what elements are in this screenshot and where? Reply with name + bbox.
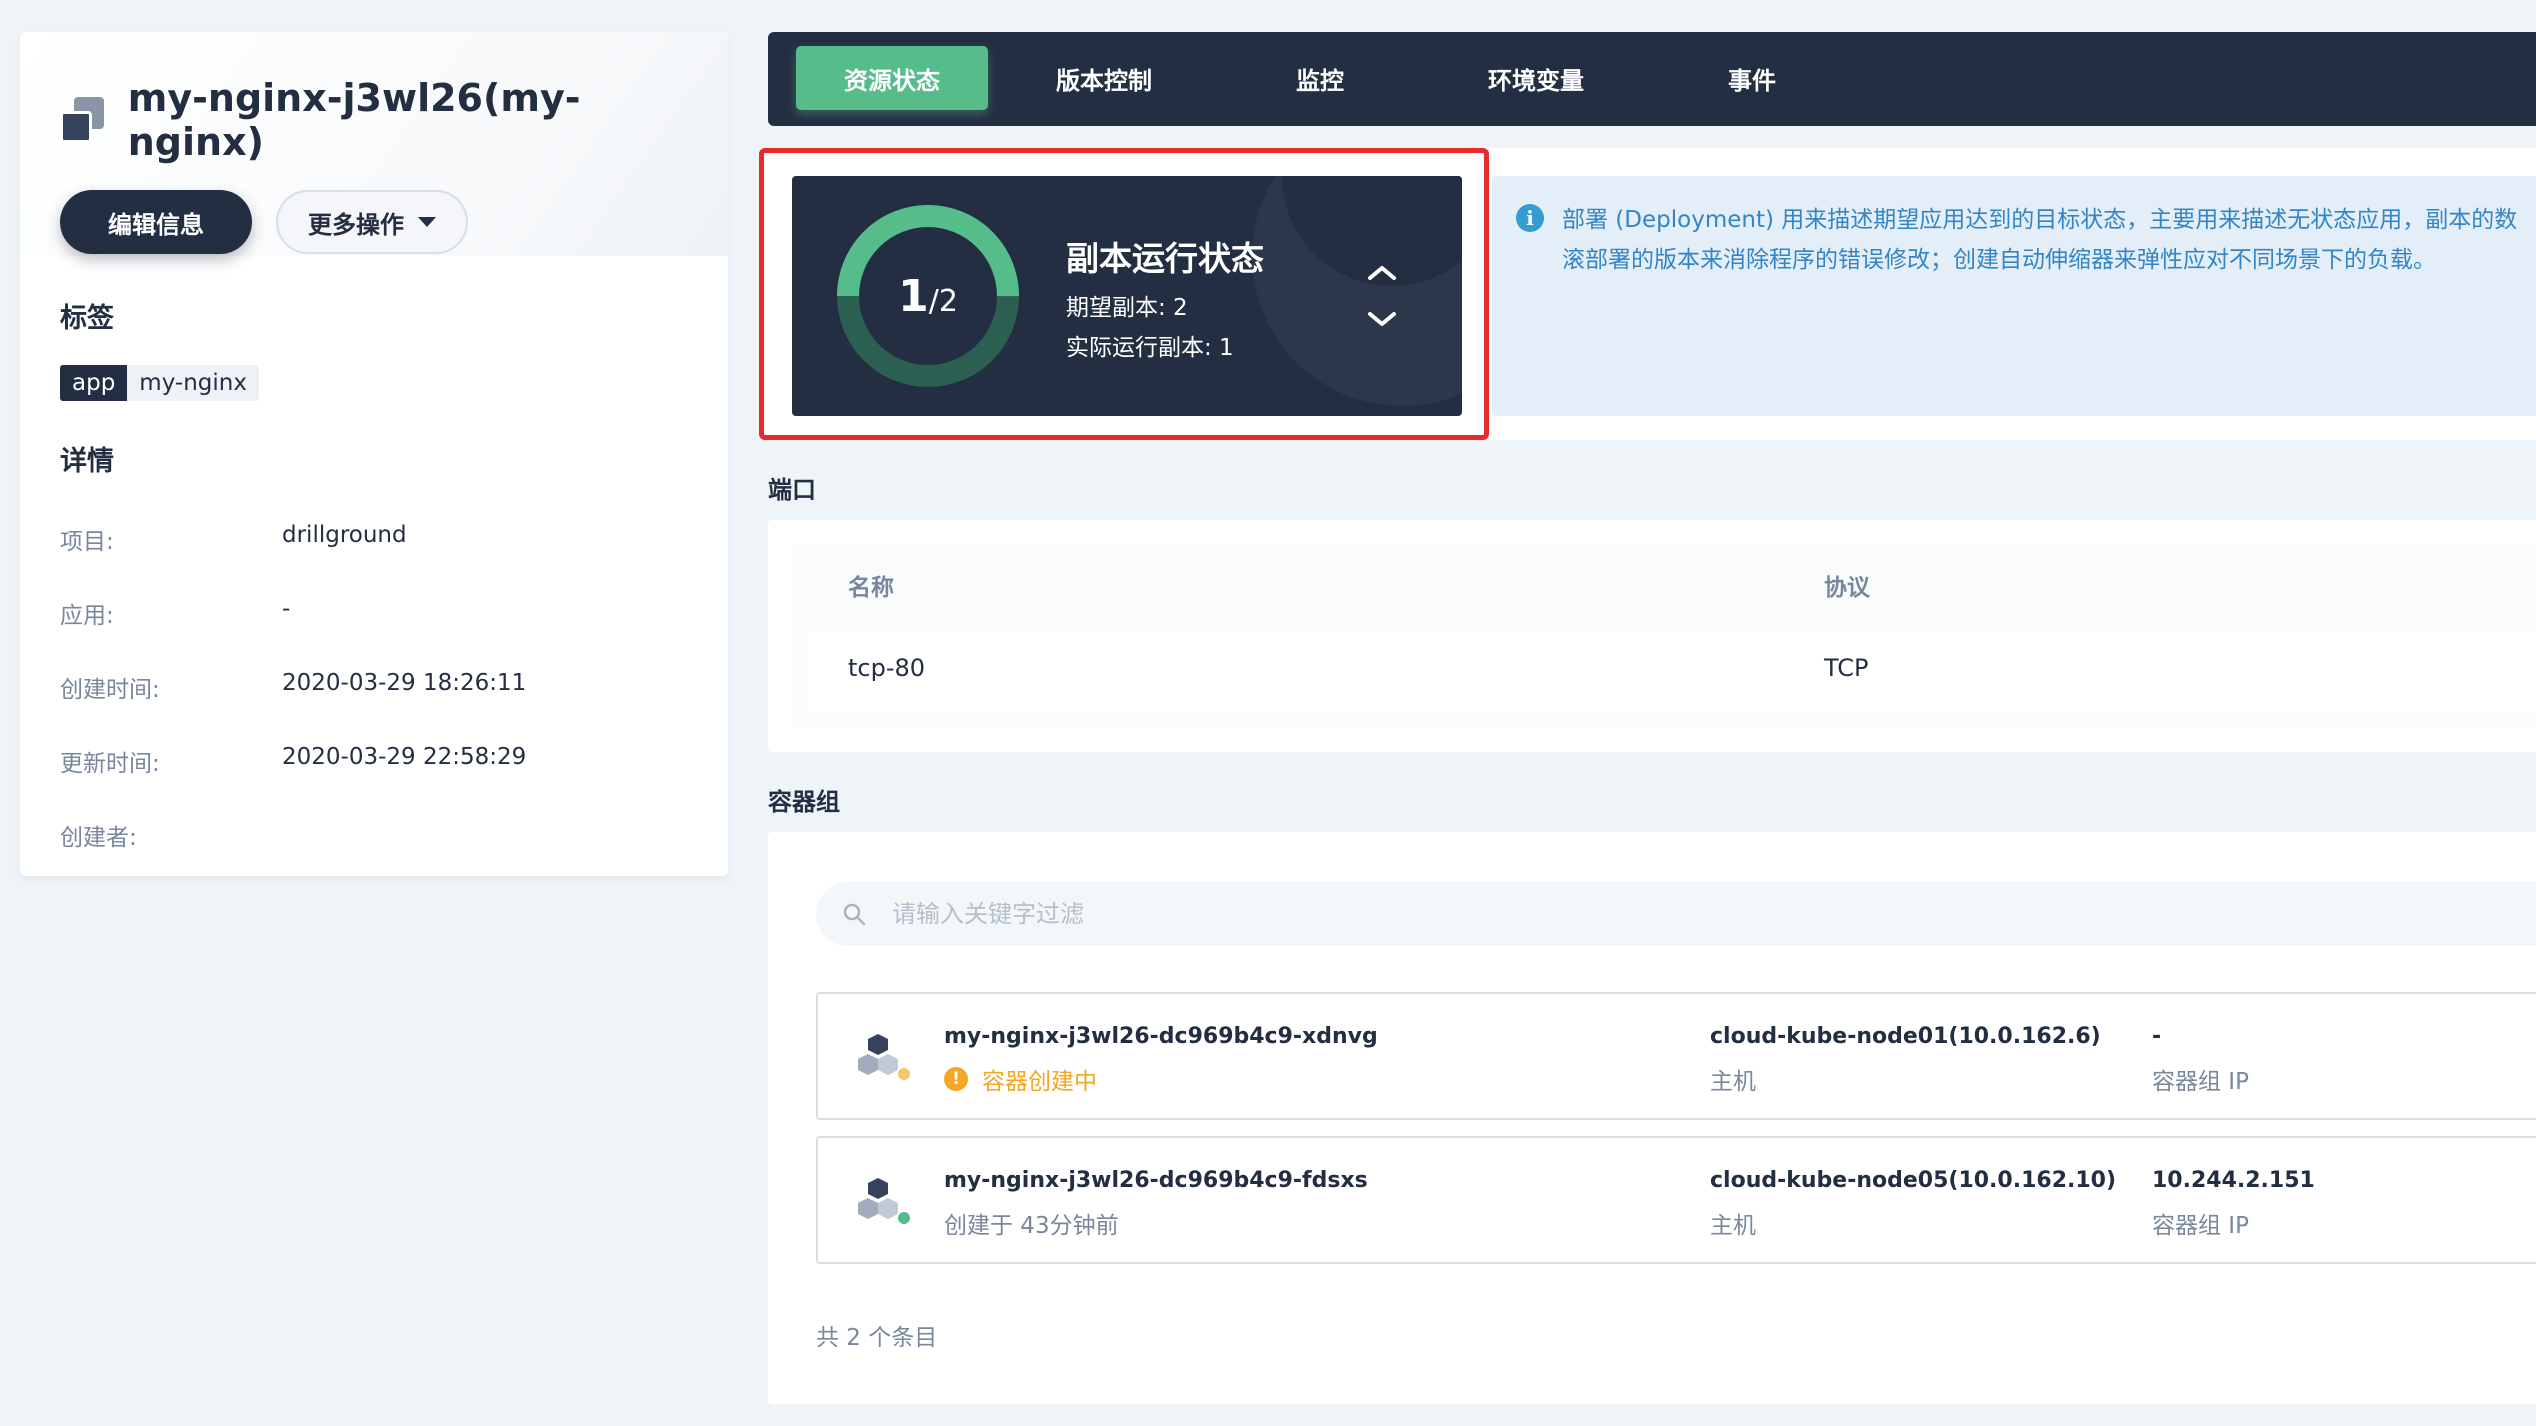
search-icon	[843, 903, 866, 926]
more-actions-label: 更多操作	[308, 210, 404, 239]
details-title: 详情	[60, 446, 114, 477]
detail-row-updated: 更新时间: 2020-03-29 22:58:29	[60, 744, 688, 778]
pod-list-item[interactable]: my-nginx-j3wl26-dc969b4c9-fdsxs 创建于 43分钟…	[816, 1136, 2536, 1264]
chevron-up-icon[interactable]	[1368, 266, 1396, 280]
pod-icon	[858, 1178, 912, 1226]
pod-node-label: 主机	[1710, 1069, 1756, 1095]
desired-count: 2	[938, 283, 958, 319]
detail-key: 更新时间:	[60, 751, 160, 777]
detail-key: 项目:	[60, 529, 114, 555]
pod-node[interactable]: cloud-kube-node01(10.0.162.6)	[1710, 1024, 2101, 1049]
detail-key: 创建者:	[60, 825, 137, 851]
pod-name[interactable]: my-nginx-j3wl26-dc969b4c9-fdsxs	[944, 1168, 1368, 1193]
pods-title: 容器组	[768, 788, 840, 816]
warning-icon: !	[944, 1067, 968, 1091]
table-row: tcp-80 TCP	[808, 632, 2536, 712]
info-text: 部署 (Deployment) 用来描述期望应用达到的目标状态，主要用来描述无状…	[1562, 200, 2536, 280]
more-actions-button[interactable]: 更多操作	[276, 190, 468, 254]
detail-value: 2020-03-29 22:58:29	[282, 744, 527, 770]
running-count: 1	[898, 270, 929, 322]
label-key: app	[60, 365, 128, 401]
detail-value: drillground	[282, 522, 407, 548]
ports-title: 端口	[768, 476, 816, 504]
pod-status: ! 容器创建中	[944, 1062, 1097, 1096]
deployment-icon	[60, 97, 104, 143]
detail-value: 2020-03-29 18:26:11	[282, 670, 527, 696]
pod-status-text: 创建于 43分钟前	[944, 1213, 1119, 1239]
pod-status-dot	[896, 1066, 912, 1082]
search-input[interactable]	[892, 882, 2392, 946]
replica-status-card: 1 / 2 副本运行状态 期望副本: 2 实际运行副本: 1	[792, 176, 1462, 416]
ports-card: 名称 协议 tcp-80 TCP	[768, 520, 2536, 752]
port-name: tcp-80	[848, 654, 926, 682]
tab-monitoring[interactable]: 监控	[1224, 46, 1416, 110]
search-bar	[816, 882, 2536, 946]
ports-table: 名称 协议 tcp-80 TCP	[792, 544, 2536, 728]
pod-ip-label: 容器组 IP	[2152, 1069, 2249, 1095]
detail-row-project: 项目: drillground	[60, 522, 688, 556]
pod-status-text: 容器创建中	[982, 1069, 1097, 1095]
detail-row-creator: 创建者:	[60, 818, 688, 852]
detail-row-created: 创建时间: 2020-03-29 18:26:11	[60, 670, 688, 704]
desired-replicas: 期望副本: 2	[1066, 295, 1188, 321]
pod-ip: 10.244.2.151	[2152, 1168, 2315, 1193]
pod-status: 创建于 43分钟前	[944, 1206, 1119, 1240]
tab-bar: 资源状态 版本控制 监控 环境变量 事件	[768, 32, 2536, 126]
chevron-down-icon[interactable]	[1368, 312, 1396, 326]
replica-stepper	[1368, 266, 1396, 326]
pods-card: my-nginx-j3wl26-dc969b4c9-xdnvg ! 容器创建中 …	[768, 832, 2536, 1404]
tab-resource-status[interactable]: 资源状态	[796, 46, 988, 110]
tab-events[interactable]: 事件	[1656, 46, 1848, 110]
info-icon: i	[1516, 204, 1544, 232]
actual-replicas: 实际运行副本: 1	[1066, 335, 1234, 361]
detail-key: 创建时间:	[60, 677, 160, 703]
pods-total: 共 2 个条目	[816, 1325, 938, 1351]
caret-down-icon	[418, 217, 436, 227]
pod-ip: -	[2152, 1024, 2162, 1049]
port-protocol: TCP	[1824, 654, 1869, 682]
detail-panel: my-nginx-j3wl26(my-nginx) 编辑信息 更多操作 标签 a…	[20, 32, 728, 876]
detail-header: my-nginx-j3wl26(my-nginx) 编辑信息 更多操作	[20, 32, 728, 256]
column-header-protocol: 协议	[1824, 575, 1870, 601]
pod-node-label: 主机	[1710, 1213, 1756, 1239]
edit-info-button[interactable]: 编辑信息	[60, 190, 252, 254]
pod-ip-label: 容器组 IP	[2152, 1213, 2249, 1239]
info-line-2: 滚部署的版本来消除程序的错误修改；创建自动伸缩器来弹性应对不同场景下的负载。	[1562, 247, 2436, 273]
pod-list-item[interactable]: my-nginx-j3wl26-dc969b4c9-xdnvg ! 容器创建中 …	[816, 992, 2536, 1120]
detail-row-app: 应用: -	[60, 596, 688, 630]
replica-status-title: 副本运行状态	[1066, 239, 1264, 278]
pod-icon	[858, 1034, 912, 1082]
detail-value: -	[282, 596, 291, 622]
label-value: my-nginx	[127, 365, 259, 401]
info-line-1: 部署 (Deployment) 用来描述期望应用达到的目标状态，主要用来描述无状…	[1562, 207, 2518, 233]
pod-name[interactable]: my-nginx-j3wl26-dc969b4c9-xdnvg	[944, 1024, 1378, 1049]
pod-status-dot	[896, 1210, 912, 1226]
info-banner: i 部署 (Deployment) 用来描述期望应用达到的目标状态，主要用来描述…	[1492, 176, 2536, 416]
replica-count: 1 / 2	[898, 270, 958, 322]
detail-key: 应用:	[60, 603, 114, 629]
page-title: my-nginx-j3wl26(my-nginx)	[127, 76, 581, 164]
labels-title: 标签	[60, 303, 114, 334]
label-tag: app my-nginx	[60, 365, 259, 401]
column-header-name: 名称	[848, 575, 894, 601]
tab-version-control[interactable]: 版本控制	[1008, 46, 1200, 110]
pod-node[interactable]: cloud-kube-node05(10.0.162.10)	[1710, 1168, 2116, 1193]
tab-env-vars[interactable]: 环境变量	[1440, 46, 1632, 110]
